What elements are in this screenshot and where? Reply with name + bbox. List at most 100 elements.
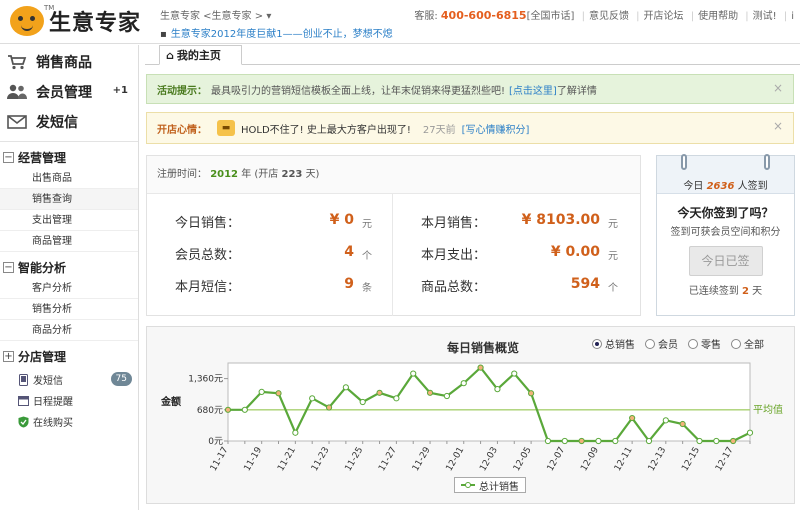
month-expense-row: 本月支出： ¥ 0.00 元 [394,244,640,264]
radio-checked-icon [592,338,602,349]
subitem-sell-product[interactable]: 出售商品 [0,168,138,189]
subitem-sales-analysis[interactable]: 销售分析 [0,299,138,320]
reg-year: 2012 [210,169,239,180]
group-branches[interactable]: + 分店管理 [0,345,138,367]
today-sales-value: ¥ 0 [329,212,354,228]
sms-value: 9 [344,276,354,292]
streak-value: 2 [742,286,749,297]
subitem-products[interactable]: 商品管理 [0,231,138,252]
help-link[interactable]: 使用帮助 [698,11,738,22]
products-row: 商品总数： 594 个 [394,276,640,296]
data-point [342,384,349,391]
data-point [527,390,535,397]
stats-left: 今日销售： ¥ 0 元 会员总数： 4 个 本月短信： 9 条 [147,194,393,316]
month-expense-value: ¥ 0.00 [550,244,600,260]
subitem-customer-analysis[interactable]: 客户分析 [0,278,138,299]
y-tick-label: 1,360元 [188,375,223,385]
emoji-icon: ▬ [217,120,235,136]
data-point [477,364,484,371]
stat-label: 商品总数： [421,280,487,295]
logo-mascot-icon [10,6,44,36]
sidebar-item-sell[interactable]: 销售商品 [0,47,138,77]
group-label: 智能分析 [18,260,67,275]
x-tick-label: 12-17 [714,446,736,474]
announcement-text: 生意专家2012年度巨献1——创业不止，梦想不熄 [170,29,393,40]
data-point [460,380,467,387]
x-tick-label: 11-25 [344,446,366,474]
tool-label: 日程提醒 [33,397,73,408]
x-tick-label: 12-09 [579,445,601,473]
sidebar-item-label: 会员管理 [36,85,92,101]
notice-text: HOLD不住了! 史上最大方客户出现了! [241,124,411,136]
y-axis-label: 金额 [160,395,181,408]
radio-all[interactable]: 全部 [731,336,764,351]
logo[interactable]: TM 生意专家 [10,4,145,38]
subitem-expense[interactable]: 支出管理 [0,210,138,231]
signin-count-value: 2636 [706,181,735,192]
click-here-link[interactable]: [点击这里] [509,82,557,97]
data-point [376,389,383,396]
x-tick-label: 11-21 [276,446,298,474]
tool-label: 在线购买 [33,418,73,429]
radio-retail[interactable]: 零售 [688,336,721,351]
breadcrumb[interactable]: 生意专家 <生意专家 > ▾ [160,7,271,22]
data-point [275,390,282,397]
user-link[interactable]: i [791,11,794,22]
radio-label: 零售 [701,340,721,351]
close-icon[interactable]: × [773,119,783,133]
close-icon[interactable]: × [773,81,783,95]
today-sales-row: 今日销售： ¥ 0 元 [147,212,392,232]
sidebar-item-members[interactable]: 会员管理 +1 [0,77,138,107]
radio-total-sales[interactable]: 总销售 [592,336,635,351]
announcement[interactable]: ▪ 生意专家2012年度巨献1——创业不止，梦想不熄 [160,25,393,40]
sms-count-badge: 75 [110,372,132,386]
radio-members[interactable]: 会员 [645,336,678,351]
sidebar-item-sms[interactable]: 发短信 [0,107,138,137]
data-point [561,437,568,445]
top-bar: TM 生意专家 生意专家 <生意专家 > ▾ ▪ 生意专家2012年度巨献1——创… [0,0,800,44]
group-label: 分店管理 [18,349,67,364]
x-tick-label: 12-07 [546,446,568,474]
chart-legend[interactable]: 总计销售 [454,477,526,493]
signin-streak: 已连续签到 2 天 [657,282,794,297]
data-point [679,420,686,428]
tab-home[interactable]: ⌂ 我的主页 [159,45,242,65]
feedback-link[interactable]: 意见反馈 [589,11,629,22]
month-sales-value: ¥ 8103.00 [521,212,600,228]
tool-buy-online[interactable]: 在线购买 [0,411,138,432]
data-point [730,437,737,445]
y-tick-label: 0元 [208,437,223,447]
sidebar-item-label: 销售商品 [36,55,92,71]
sidebar-item-label: 发短信 [36,115,78,131]
test-link[interactable]: 测试! [753,11,777,22]
signed-in-button[interactable]: 今日已签 [688,246,763,276]
calendar-icon [18,395,29,406]
data-point [325,404,333,411]
stats-right: 本月销售： ¥ 8103.00 元 本月支出： ¥ 0.00 元 商品总数： 5… [394,194,640,316]
signin-card: 今日 2636 人签到 今天你签到了吗？ 签到可获会员空间和积分 今日已签 已连… [656,154,795,316]
subitem-sales-query[interactable]: 销售查询 [0,189,138,210]
clip-icon [681,154,687,170]
group-analysis[interactable]: − 智能分析 [0,256,138,278]
x-tick-label: 11-27 [377,446,399,474]
streak-prefix: 已连续签到 [688,286,739,297]
notice-label: 活动提示： [157,85,207,97]
data-point [696,437,703,445]
add-member-icon[interactable]: +1 [113,85,128,96]
write-mood-link[interactable]: [写心情赚积分] [462,121,530,136]
radio-label: 会员 [658,340,678,351]
stat-unit: 条 [362,283,372,294]
x-tick-label: 12-13 [647,446,669,474]
top-links: 客服: 400-600-6815[全国市话] | 意见反馈 | 开店论坛 | 使用帮助… [414,9,794,22]
group-operations[interactable]: − 经营管理 [0,146,138,168]
subitem-product-analysis[interactable]: 商品分析 [0,320,138,341]
data-point [292,429,299,436]
chart-filter: 总销售 会员 零售 全部 [592,336,764,351]
forum-link[interactable]: 开店论坛 [644,11,684,22]
breadcrumb-text: 生意专家 <生意专家 > [160,11,264,22]
stat-unit: 元 [608,251,618,262]
tool-send-sms[interactable]: 发短信 75 [0,369,138,390]
tool-schedule[interactable]: 日程提醒 [0,390,138,411]
stat-unit: 个 [362,251,372,262]
mood-notice: 开店心情： ▬ HOLD不住了! 史上最大方客户出现了! 27天前 [写心情赚积… [146,112,794,144]
